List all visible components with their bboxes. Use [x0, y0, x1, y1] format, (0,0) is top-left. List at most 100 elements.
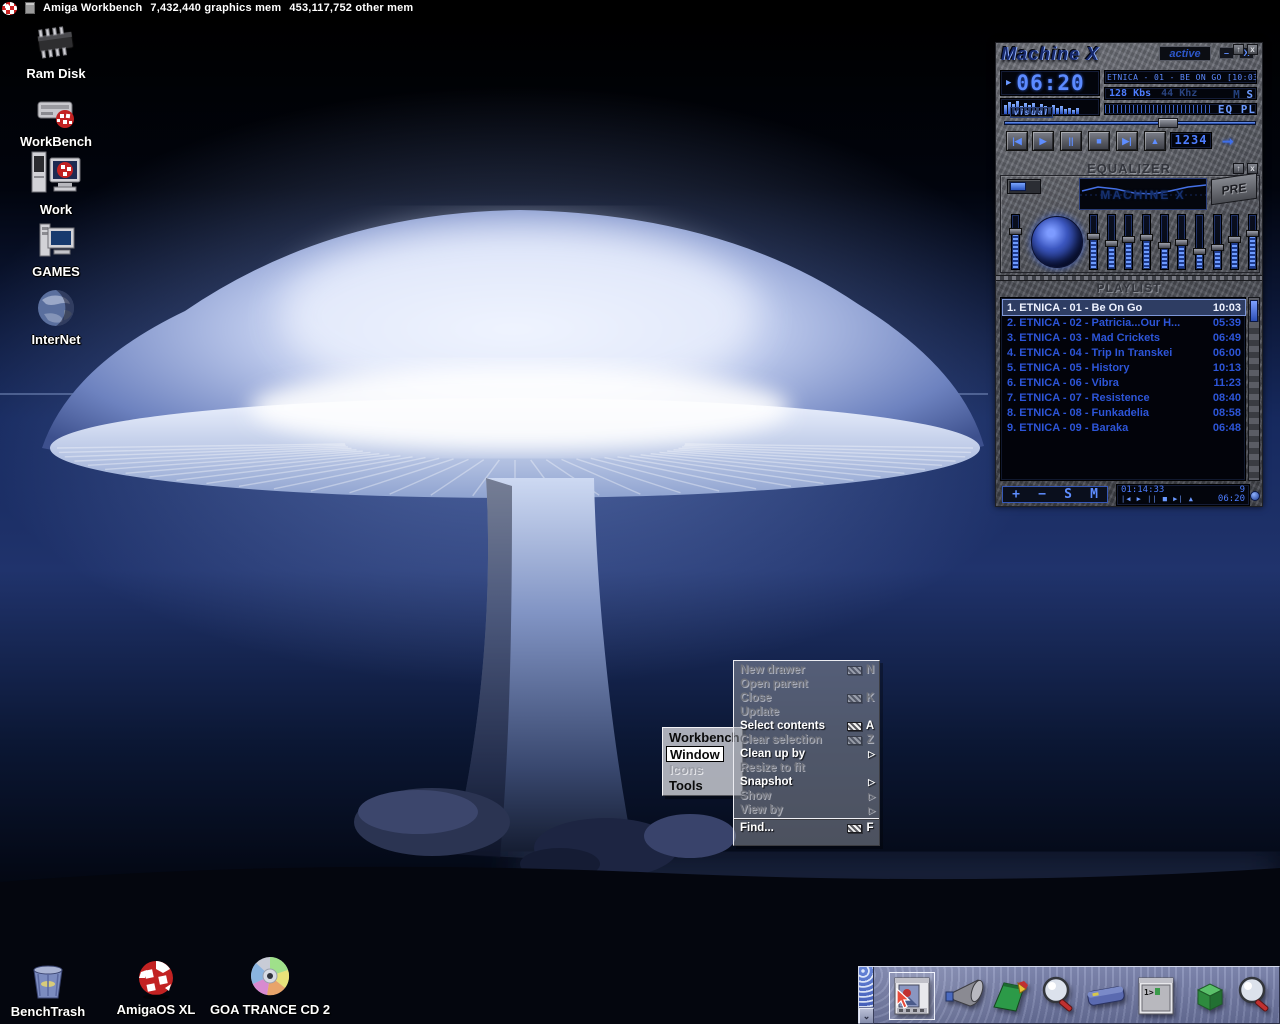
desktop-icon-goa-trance-cd[interactable]: GOA TRANCE CD 2 [222, 954, 318, 1017]
slider-thumb[interactable] [1140, 234, 1153, 241]
eq-band-slider[interactable] [1124, 214, 1133, 270]
menu-window[interactable]: Window [666, 746, 724, 762]
globe-knob[interactable] [1031, 216, 1083, 268]
dock-item-search[interactable] [1035, 972, 1081, 1020]
dock-item-drive[interactable] [1083, 972, 1129, 1020]
slider-fill [1013, 234, 1018, 268]
dock-item-shell[interactable]: 1> [1133, 972, 1179, 1020]
dock-item-cube[interactable] [1185, 972, 1231, 1020]
playlist-row[interactable]: 3. ETNICA - 03 - Mad Crickets 06:49 [1003, 330, 1245, 345]
menu-item-select-contents[interactable]: Select contents A [734, 719, 879, 733]
playlist-row[interactable]: 8. ETNICA - 08 - Funkadelia 08:58 [1003, 405, 1245, 420]
eq-band-slider[interactable] [1142, 214, 1151, 270]
player-titlebar[interactable]: Machine X active – X [996, 43, 1262, 67]
visual-label[interactable]: visual [1010, 107, 1053, 118]
add-button[interactable]: + [1012, 487, 1020, 502]
desktop-icon-work[interactable]: Work [8, 148, 104, 217]
eq-band-slider[interactable] [1177, 214, 1186, 270]
equalizer-shade-button[interactable]: ↑ [1233, 163, 1244, 174]
track-title-display[interactable]: ETNICA - 01 - BE ON GO [10:03] [1104, 70, 1257, 84]
mini-transport-controls[interactable]: |◀ ▶ || ■ ▶| ▲ [1121, 495, 1194, 504]
menu-item-new-drawer[interactable]: New drawer N [734, 663, 879, 677]
dock-drag-handle[interactable] [859, 967, 874, 1007]
stop-button[interactable]: ■ [1088, 131, 1110, 151]
slider-thumb[interactable] [1193, 248, 1206, 255]
machinex-player-window[interactable]: Machine X active – X ▶ 06:20 visual ETNI… [995, 42, 1263, 507]
playlist-row[interactable]: 1. ETNICA - 01 - Be On Go 10:03 [1003, 300, 1245, 315]
slider-thumb[interactable] [1228, 236, 1241, 243]
menu-item-close[interactable]: Close K [734, 691, 879, 705]
shade-button[interactable]: – [1219, 47, 1234, 59]
eq-band-slider[interactable] [1089, 214, 1098, 270]
volume-row[interactable]: EQ PL [1104, 103, 1257, 115]
menu-item-clear-selection[interactable]: Clear selection Z [734, 733, 879, 747]
slider-thumb[interactable] [1122, 236, 1135, 243]
track-duration: 10:03 [1213, 302, 1241, 314]
preamp-slider[interactable] [1011, 214, 1020, 270]
playlist-row[interactable]: 9. ETNICA - 09 - Baraka 06:48 [1003, 420, 1245, 435]
desktop-icon-amigaos-xl[interactable]: AmigaOS XL [108, 958, 204, 1017]
menu-item-show[interactable]: Show ▷ [734, 789, 879, 803]
seek-bar[interactable] [1004, 121, 1256, 125]
eq-on-off-toggle[interactable] [1007, 179, 1041, 194]
desktop-icon-internet[interactable]: InterNet [8, 286, 104, 347]
remove-button[interactable]: − [1038, 487, 1046, 502]
next-button[interactable]: ▶| [1116, 131, 1138, 151]
dock-minimize-button[interactable]: ⌄ [859, 1008, 874, 1024]
previous-button[interactable]: |◀ [1006, 131, 1028, 151]
slider-thumb[interactable] [1158, 242, 1171, 249]
arrow-right-icon[interactable]: ➞ [1222, 133, 1234, 150]
playlist-row[interactable]: 6. ETNICA - 06 - Vibra 11:23 [1003, 375, 1245, 390]
menu-item-clean-up-by[interactable]: Clean up by ▷ [734, 747, 879, 761]
menu-workbench[interactable]: Workbench [669, 729, 742, 746]
dock-item-notepad[interactable] [987, 972, 1033, 1020]
menu-item-find[interactable]: Find... F [734, 821, 879, 835]
eq-band-slider[interactable] [1230, 214, 1239, 270]
eq-pl-toggle[interactable]: EQ PL [1218, 103, 1256, 116]
menu-item-update[interactable]: Update [734, 705, 879, 719]
slider-thumb[interactable] [1211, 244, 1224, 251]
eq-band-slider[interactable] [1195, 214, 1204, 270]
playlist-scrollbar[interactable] [1248, 297, 1260, 481]
misc-button[interactable]: M [1090, 487, 1098, 502]
seek-handle[interactable] [1158, 118, 1178, 128]
slider-thumb[interactable] [1246, 230, 1259, 237]
slider-thumb[interactable] [1105, 240, 1118, 247]
eq-band-slider[interactable] [1107, 214, 1116, 270]
menu-item-snapshot[interactable]: Snapshot ▷ [734, 775, 879, 789]
playlist-close-button[interactable]: x [1247, 44, 1258, 55]
playlist-shade-button[interactable]: ↑ [1233, 44, 1244, 55]
icon-label: InterNet [31, 332, 80, 347]
dock-item-magnifier[interactable] [1231, 972, 1277, 1020]
volume-slider[interactable] [1105, 105, 1212, 113]
slider-thumb[interactable] [1009, 228, 1022, 235]
select-button[interactable]: S [1064, 487, 1072, 502]
eq-band-slider[interactable] [1213, 214, 1222, 270]
menu-icons[interactable]: Icons [669, 762, 742, 778]
desktop-icon-benchtrash[interactable]: BenchTrash [0, 962, 96, 1019]
playlist-scroll-thumb[interactable] [1250, 300, 1258, 322]
menu-item-view-by[interactable]: View by ▷ [734, 803, 879, 817]
playlist-body[interactable]: 1. ETNICA - 01 - Be On Go 10:03 2. ETNIC… [1000, 297, 1246, 481]
playlist-row[interactable]: 7. ETNICA - 07 - Resistence 08:40 [1003, 390, 1245, 405]
eq-band-slider[interactable] [1248, 214, 1257, 270]
slider-thumb[interactable] [1175, 239, 1188, 246]
eq-band-slider[interactable] [1160, 214, 1169, 270]
desktop-icon-ram-disk[interactable]: Ram Disk [8, 26, 104, 81]
slider-thumb[interactable] [1087, 233, 1100, 240]
dock-item-sound[interactable] [941, 972, 987, 1020]
playlist-header[interactable]: PLAYLIST [996, 281, 1262, 296]
resize-knob[interactable] [1250, 491, 1260, 501]
menu-item-resize-to-fit[interactable]: Resize to fit [734, 761, 879, 775]
desktop-icon-workbench[interactable]: WorkBench [8, 92, 104, 149]
menu-tools[interactable]: Tools [669, 778, 742, 794]
playlist-row[interactable]: 5. ETNICA - 05 - History 10:13 [1003, 360, 1245, 375]
play-button[interactable]: ▶ [1032, 131, 1054, 151]
pause-button[interactable]: || [1060, 131, 1082, 151]
playlist-row[interactable]: 2. ETNICA - 02 - Patricia...Our H... 05:… [1003, 315, 1245, 330]
playlist-row[interactable]: 4. ETNICA - 04 - Trip In Transkei 06:00 [1003, 345, 1245, 360]
menu-item-open-parent[interactable]: Open parent [734, 677, 879, 691]
desktop-icon-games[interactable]: GAMES [8, 220, 104, 279]
workbench-menubar[interactable]: Amiga Workbench 7,432,440 graphics mem 4… [0, 0, 1280, 16]
eject-button[interactable]: ▲ [1144, 131, 1166, 151]
